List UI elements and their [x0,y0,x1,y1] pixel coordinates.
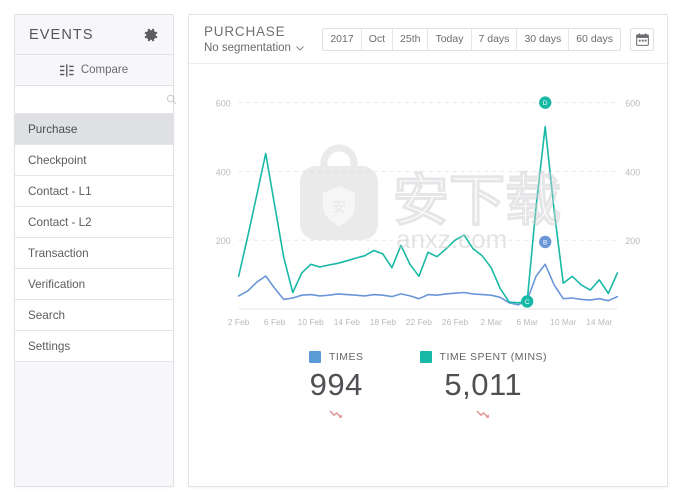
svg-text:400: 400 [625,167,640,177]
svg-text:26 Feb: 26 Feb [442,317,469,327]
sidebar-item-settings[interactable]: Settings [15,331,173,362]
stat-header: TIMES [308,351,364,363]
events-sidebar: EVENTS Compare Purchase Checkpoint Conta… [14,14,177,487]
event-list: Purchase Checkpoint Contact - L1 Contact… [15,114,173,362]
legend-swatch-times [308,351,321,363]
date-range-controls: 2017 Oct 25th Today 7 days 30 days 60 da… [322,27,654,51]
stat-times: TIMES 994 [308,351,364,424]
stat-value: 994 [309,367,363,402]
search-row[interactable] [15,86,177,114]
sidebar-header: EVENTS [15,15,173,55]
svg-text:200: 200 [216,236,231,246]
sidebar-item-label: Contact - L1 [28,184,92,198]
chart-svg: 200 200 400 400 600 600 2 Feb 6 Feb 10 Feb 14 Feb… [216,96,640,327]
stat-header: TIME SPENT (MINS) [419,351,548,363]
svg-text:2 Feb: 2 Feb [228,317,250,327]
compare-label: Compare [80,64,129,76]
stat-time-spent: TIME SPENT (MINS) 5,011 [419,351,548,424]
compare-button[interactable]: Compare [15,55,173,86]
line-chart: 200 200 400 400 600 600 2 Feb 6 Feb 10 Feb 14 Feb… [189,64,667,339]
calendar-icon [635,32,649,46]
segmentation-label: No segmentation [204,42,291,54]
range-button-60-days[interactable]: 60 days [569,28,620,50]
range-button-day[interactable]: 25th [393,28,429,50]
panel-header: PURCHASE No segmentation 2017 Oct 25th T… [189,15,667,64]
svg-text:10 Feb: 10 Feb [298,317,325,327]
sidebar-item-checkpoint[interactable]: Checkpoint [15,145,173,176]
svg-text:B: B [543,240,547,247]
stat-value: 5,011 [444,367,523,402]
stats-row: TIMES 994 TIME SPENT (MINS) 5,011 [189,339,667,486]
svg-text:D: D [543,100,548,107]
legend-swatch-time-spent [419,351,432,363]
search-input[interactable] [24,93,166,106]
svg-text:14 Feb: 14 Feb [334,317,361,327]
search-icon[interactable] [166,94,177,105]
sidebar-item-verification[interactable]: Verification [15,269,173,300]
sidebar-item-label: Checkpoint [28,153,87,167]
svg-text:200: 200 [625,236,640,246]
sidebar-item-purchase[interactable]: Purchase [15,114,173,145]
chevron-down-icon [296,45,304,51]
calendar-button[interactable] [630,27,654,51]
page-title: PURCHASE [204,24,286,39]
sidebar-title: EVENTS [29,26,94,43]
chart-panel: PURCHASE No segmentation 2017 Oct 25th T… [188,14,668,487]
svg-text:400: 400 [216,167,231,177]
svg-text:6 Feb: 6 Feb [264,317,286,327]
sidebar-item-label: Settings [28,339,71,353]
panel-title-group: PURCHASE No segmentation [204,24,304,54]
svg-text:C: C [525,299,530,306]
svg-text:18 Feb: 18 Feb [370,317,397,327]
range-button-30-days[interactable]: 30 days [517,28,570,50]
sidebar-item-label: Transaction [28,246,89,260]
range-button-year[interactable]: 2017 [323,28,362,50]
svg-text:10 Mar: 10 Mar [550,317,576,327]
date-range-group: 2017 Oct 25th Today 7 days 30 days 60 da… [322,27,621,51]
svg-text:6 Mar: 6 Mar [516,317,538,327]
range-button-7-days[interactable]: 7 days [471,28,518,50]
range-button-month[interactable]: Oct [361,28,394,50]
svg-text:2 Mar: 2 Mar [480,317,502,327]
svg-text:600: 600 [216,99,231,109]
gear-icon[interactable] [143,27,159,43]
sidebar-item-transaction[interactable]: Transaction [15,238,173,269]
sidebar-item-contact-l1[interactable]: Contact - L1 [15,176,173,207]
sidebar-item-label: Purchase [28,122,78,136]
sidebar-item-label: Search [28,308,66,322]
app-root: EVENTS Compare Purchase Checkpoint Conta… [0,0,680,501]
sliders-icon [59,63,74,77]
sidebar-item-label: Verification [28,277,86,291]
sidebar-item-label: Contact - L2 [28,215,92,229]
trend-down-icon [329,406,343,424]
segmentation-dropdown[interactable]: No segmentation [204,42,304,54]
range-button-today[interactable]: Today [428,28,472,50]
stat-label: TIMES [328,351,364,363]
sidebar-item-search[interactable]: Search [15,300,173,331]
svg-text:14 Mar: 14 Mar [586,317,612,327]
stat-label: TIME SPENT (MINS) [439,351,548,363]
svg-text:22 Feb: 22 Feb [406,317,433,327]
trend-down-icon [476,406,490,424]
sidebar-item-contact-l2[interactable]: Contact - L2 [15,207,173,238]
svg-text:600: 600 [625,99,640,109]
